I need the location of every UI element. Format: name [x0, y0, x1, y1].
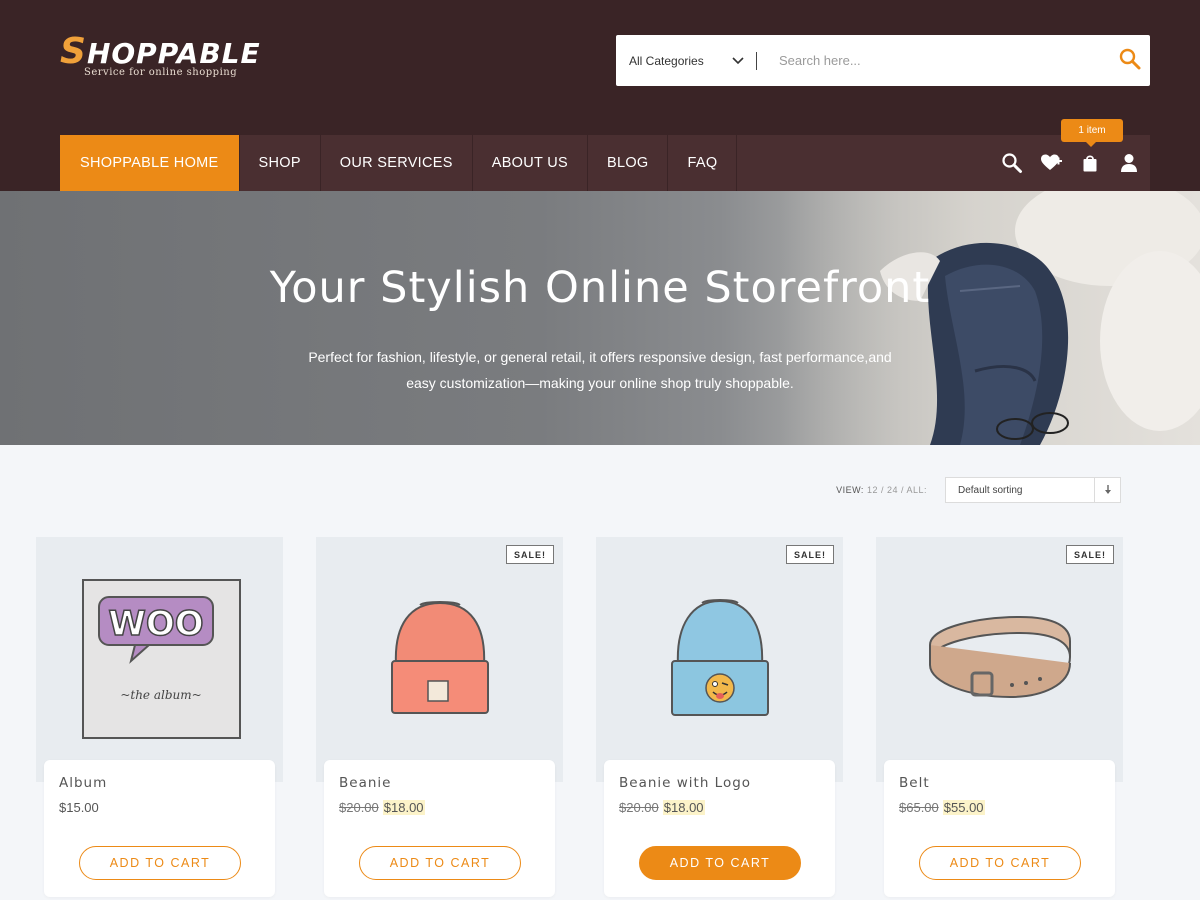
price-sale: $55.00: [942, 800, 985, 815]
product-card: SALE! Belt $65.00 $55.00 ADD TO CART: [876, 537, 1123, 897]
logo-tagline: Service for online shopping: [84, 67, 238, 78]
product-image-link[interactable]: SALE!: [596, 537, 843, 782]
wishlist-heart-icon[interactable]: [1040, 152, 1062, 174]
sort-select[interactable]: Default sorting: [945, 477, 1121, 503]
nav-icon-group: [1001, 135, 1140, 191]
nav-item-about-us[interactable]: ABOUT US: [473, 135, 588, 191]
product-name[interactable]: Album: [59, 775, 107, 791]
add-to-cart-button[interactable]: ADD TO CART: [79, 846, 241, 880]
nav-item-faq[interactable]: FAQ: [668, 135, 738, 191]
price-original: $20.00: [339, 800, 379, 815]
product-card: SALE! Beanie $20.00 $18.00 ADD TO CART: [316, 537, 563, 897]
add-to-cart-button[interactable]: ADD TO CART: [639, 846, 801, 880]
sale-badge: SALE!: [786, 545, 834, 564]
search-icon: [1118, 47, 1142, 75]
product-name[interactable]: Beanie: [339, 775, 391, 791]
svg-text:~the album~: ~the album~: [120, 688, 201, 702]
view-label: VIEW:: [836, 485, 864, 495]
search-button[interactable]: [1110, 35, 1150, 86]
site-logo[interactable]: SHOPPABLE Service for online shopping: [60, 31, 261, 79]
category-select-value: All Categories: [629, 53, 704, 68]
add-to-cart-button[interactable]: ADD TO CART: [359, 846, 521, 880]
product-info: Beanie $20.00 $18.00 ADD TO CART: [324, 760, 555, 897]
product-info: Album $15.00 ADD TO CART: [44, 760, 275, 897]
product-grid: WOO ~the album~ Album $15.00 ADD TO CART…: [36, 537, 1123, 897]
nav-item-shop[interactable]: SHOP: [240, 135, 321, 191]
product-name[interactable]: Belt: [899, 775, 930, 791]
chevron-down-icon: [732, 54, 744, 68]
nav-item-blog[interactable]: BLOG: [588, 135, 669, 191]
hero-subtitle: Perfect for fashion, lifestyle, or gener…: [280, 344, 920, 396]
orange-beanie-image: [390, 600, 489, 714]
hero-title: Your Stylish Online Storefront: [269, 263, 931, 313]
sale-badge: SALE!: [1066, 545, 1114, 564]
product-name[interactable]: Beanie with Logo: [619, 775, 751, 791]
leather-belt-image: [928, 615, 1071, 698]
search-icon[interactable]: [1001, 152, 1023, 174]
product-price: $15.00: [59, 800, 99, 815]
sort-select-value: Default sorting: [958, 484, 1023, 496]
nav-item-shoppable-home[interactable]: SHOPPABLE HOME: [60, 135, 240, 191]
nav-item-our-services[interactable]: OUR SERVICES: [321, 135, 473, 191]
arrow-down-icon: [1094, 478, 1120, 502]
price-original: $20.00: [619, 800, 659, 815]
hero-banner: Your Stylish Online Storefront Perfect f…: [0, 191, 1200, 445]
category-select[interactable]: All Categories: [616, 54, 756, 68]
product-price: $65.00 $55.00: [899, 800, 985, 815]
hero-subtitle-line-2: easy customization—making your online sh…: [406, 375, 794, 391]
price-original: $65.00: [899, 800, 939, 815]
main-navigation: SHOPPABLE HOME SHOP OUR SERVICES ABOUT U…: [60, 119, 1150, 191]
blue-beanie-logo-image: [670, 598, 769, 716]
woo-album-image: WOO ~the album~: [81, 578, 241, 739]
add-to-cart-button[interactable]: ADD TO CART: [919, 846, 1081, 880]
hero-subtitle-line-1: Perfect for fashion, lifestyle, or gener…: [308, 349, 892, 365]
logo-title-rest: HOPPABLE: [86, 37, 261, 70]
user-icon[interactable]: [1118, 152, 1140, 174]
price-sale: $18.00: [662, 800, 705, 815]
view-per-page: VIEW: 12 / 24 / ALL:: [836, 485, 927, 495]
product-card: WOO ~the album~ Album $15.00 ADD TO CART: [36, 537, 283, 897]
product-price: $20.00 $18.00: [339, 800, 425, 815]
view-options[interactable]: 12 / 24 / ALL:: [867, 485, 927, 495]
product-info: Belt $65.00 $55.00 ADD TO CART: [884, 760, 1115, 897]
logo-first-letter: S: [60, 31, 87, 72]
price-sale: $18.00: [382, 800, 425, 815]
product-image-link[interactable]: SALE!: [316, 537, 563, 782]
product-image-link[interactable]: SALE!: [876, 537, 1123, 782]
product-card: SALE! Beanie with Logo $20.00 $18.00 ADD …: [596, 537, 843, 897]
hero-clothing-image: [780, 191, 1200, 445]
search-input[interactable]: [757, 53, 1110, 68]
search-bar: All Categories: [616, 35, 1150, 86]
shopping-bag-icon[interactable]: [1079, 152, 1101, 174]
sale-badge: SALE!: [506, 545, 554, 564]
product-price: $20.00 $18.00: [619, 800, 705, 815]
shop-toolbar: VIEW: 12 / 24 / ALL: Default sorting: [836, 477, 1121, 503]
svg-text:WOO: WOO: [108, 604, 203, 644]
product-info: Beanie with Logo $20.00 $18.00 ADD TO CAR…: [604, 760, 835, 897]
product-image-link[interactable]: WOO ~the album~: [36, 537, 283, 782]
price-current: $15.00: [59, 800, 99, 815]
